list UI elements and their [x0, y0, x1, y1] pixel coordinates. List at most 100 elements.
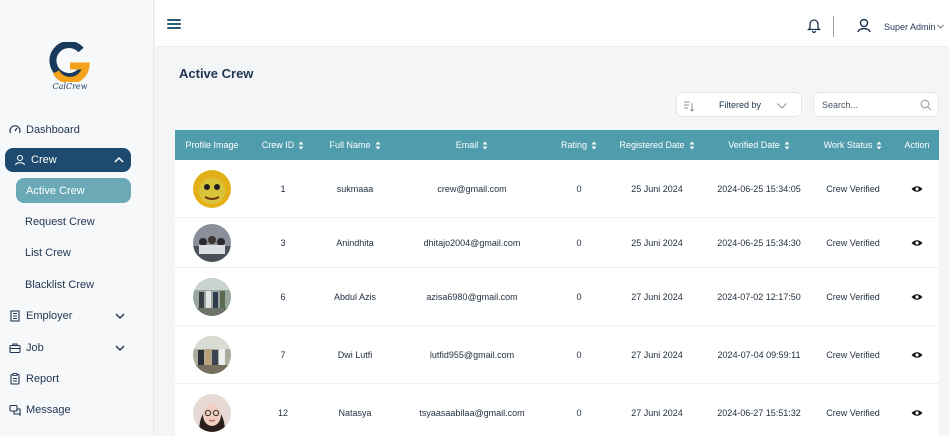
filter-dropdown[interactable]: Filtered by [676, 92, 802, 117]
cell-email: dhitajo2004@gmail.com [423, 238, 521, 248]
cell-email: azisa6980@gmail.com [426, 292, 518, 302]
divider [833, 16, 834, 37]
cell-email: crew@gmail.com [437, 184, 507, 194]
dashboard-icon [8, 123, 22, 137]
sidebar-item-label: Employer [26, 310, 73, 322]
sidebar-item-message[interactable]: Message [8, 398, 132, 422]
avatar [193, 278, 231, 316]
briefcase-icon [8, 341, 22, 355]
sidebar-subitem-active-crew[interactable]: Active Crew [16, 178, 131, 203]
cell-full-name: Natasya [338, 408, 372, 418]
sidebar-item-label: Job [26, 342, 44, 354]
cell-email: lutfid955@gmail.com [429, 350, 515, 360]
sidebar-item-job[interactable]: Job [8, 336, 132, 360]
table-row: 7 Dwi Lutfi lutfid955@gmail.com 0 27 Jun… [175, 326, 939, 384]
cell-rating: 0 [576, 350, 582, 360]
column-header-profile-image: Profile Image [185, 140, 239, 150]
column-header-action: Action [904, 140, 930, 150]
sidebar-subitem-list-crew[interactable]: List Crew [25, 247, 71, 259]
eye-icon[interactable] [911, 293, 923, 301]
sort-icon [298, 141, 304, 149]
column-header-verified-date[interactable]: Verified Date [707, 130, 811, 160]
sort-icon [482, 141, 488, 149]
eye-icon[interactable] [911, 239, 923, 247]
sidebar-subitem-request-crew[interactable]: Request Crew [25, 216, 95, 228]
cell-crew-id: 12 [277, 408, 288, 418]
logo-text: CalCrew [52, 82, 88, 91]
table-row: 12 Natasya tsyaasaabilaa@gmail.com 0 27 … [175, 384, 939, 436]
logo: CalCrew [48, 41, 92, 96]
chevron-down-icon [115, 345, 125, 352]
column-header-work-status[interactable]: Work Status [811, 130, 895, 160]
cell-crew-id: 7 [280, 350, 286, 360]
avatar [193, 336, 231, 374]
filter-label: Filtered by [719, 100, 762, 110]
cell-rating: 0 [576, 292, 582, 302]
column-header-rating[interactable]: Rating [551, 130, 607, 160]
topbar: Super Admin [155, 0, 949, 47]
cell-registered-date: 27 Juni 2024 [631, 350, 683, 360]
cell-rating: 0 [576, 238, 582, 248]
sidebar-subitem-blacklist-crew[interactable]: Blacklist Crew [25, 279, 94, 291]
cell-work-status: Crew Verified [826, 184, 880, 194]
menu-icon[interactable] [167, 19, 181, 29]
cell-full-name: Abdul Azis [333, 292, 377, 302]
cell-registered-date: 27 Juni 2024 [631, 408, 683, 418]
cell-work-status: Crew Verified [826, 408, 880, 418]
cell-verified-date: 2024-07-04 09:59:11 [717, 350, 801, 360]
sidebar: CalCrew Dashboard Crew Active Crew Reque… [0, 0, 154, 436]
building-icon [8, 309, 22, 323]
sort-icon [591, 141, 597, 149]
sidebar-item-label: Crew [31, 154, 57, 166]
sidebar-item-label: Message [26, 404, 71, 416]
column-header-crew-id[interactable]: Crew ID [249, 130, 317, 160]
cell-rating: 0 [576, 408, 582, 418]
avatar [193, 394, 231, 432]
bell-icon[interactable] [807, 17, 821, 33]
sidebar-item-crew[interactable]: Crew [5, 148, 131, 172]
cell-work-status: Crew Verified [826, 238, 880, 248]
cell-crew-id: 3 [280, 238, 286, 248]
cell-work-status: Crew Verified [826, 350, 880, 360]
table-row: 1 sukmaaa crew@gmail.com 0 25 Juni 2024 … [175, 160, 939, 218]
cell-verified-date: 2024-06-25 15:34:05 [717, 184, 801, 194]
sidebar-item-employer[interactable]: Employer [8, 304, 132, 328]
sidebar-item-report[interactable]: Report [8, 367, 132, 391]
filter-icon [684, 101, 694, 112]
chevron-up-icon [114, 156, 124, 163]
eye-icon[interactable] [911, 185, 923, 193]
search-input[interactable] [822, 98, 918, 112]
cell-verified-date: 2024-07-02 12:17:50 [717, 292, 801, 302]
sort-icon [784, 141, 790, 149]
cell-rating: 0 [576, 184, 582, 194]
eye-icon[interactable] [911, 409, 923, 417]
cell-verified-date: 2024-06-25 15:34:30 [717, 238, 801, 248]
chevron-down-icon [115, 313, 125, 320]
sidebar-item-label: Dashboard [26, 124, 80, 136]
column-header-registered-date[interactable]: Registered Date [607, 130, 707, 160]
table-row: 6 Abdul Azis azisa6980@gmail.com 0 27 Ju… [175, 268, 939, 326]
avatar [193, 170, 231, 208]
sidebar-item-dashboard[interactable]: Dashboard [8, 118, 132, 142]
search-icon[interactable] [920, 99, 932, 111]
app-root: CalCrew Dashboard Crew Active Crew Reque… [0, 0, 949, 436]
page-title: Active Crew [179, 66, 254, 81]
cell-crew-id: 1 [280, 184, 286, 194]
message-icon [8, 403, 22, 417]
chevron-down-icon[interactable] [937, 24, 944, 29]
column-header-email[interactable]: Email [393, 130, 551, 160]
person-icon [13, 153, 27, 167]
cell-full-name: Anindhita [336, 238, 374, 248]
eye-icon[interactable] [911, 351, 923, 359]
user-icon[interactable] [857, 18, 871, 33]
column-header-full-name[interactable]: Full Name [317, 130, 393, 160]
user-name[interactable]: Super Admin [884, 22, 936, 32]
report-icon [8, 372, 22, 386]
cell-email: tsyaasaabilaa@gmail.com [419, 408, 525, 418]
logo-mark [49, 41, 90, 84]
cell-registered-date: 27 Juni 2024 [631, 292, 683, 302]
cell-full-name: sukmaaa [336, 184, 374, 194]
table-row: 3 Anindhita dhitajo2004@gmail.com 0 25 J… [175, 218, 939, 268]
table-header: Profile Image Crew ID Full Name Email Ra… [175, 130, 939, 160]
cell-verified-date: 2024-06-27 15:51:32 [717, 408, 801, 418]
